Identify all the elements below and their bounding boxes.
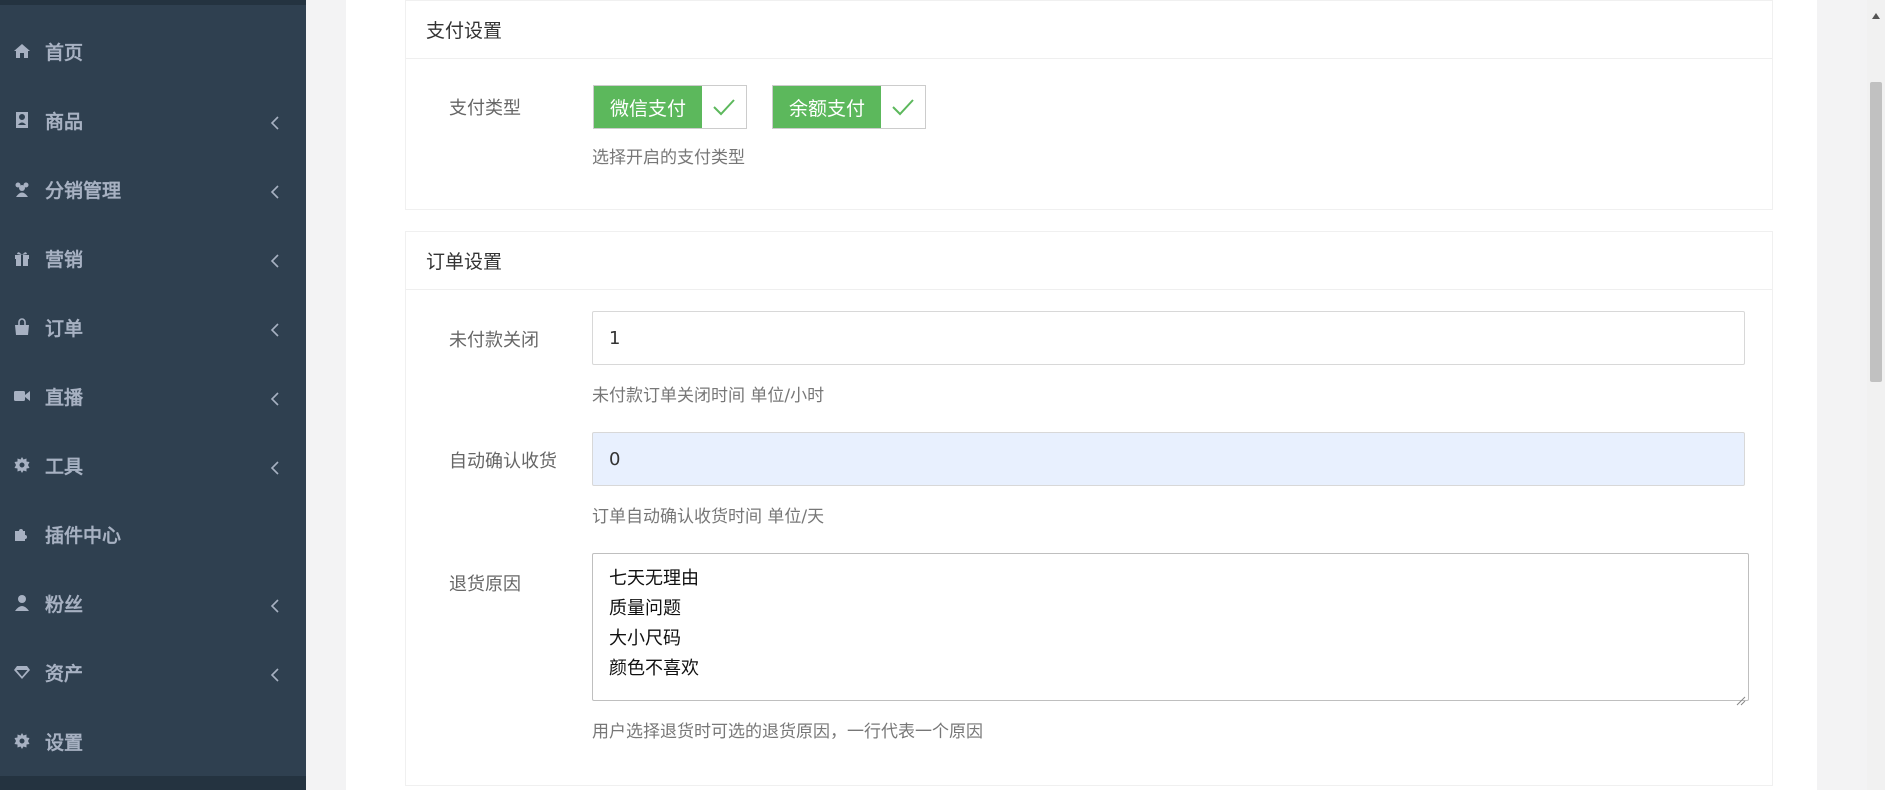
return-reason-textarea[interactable]: 七天无理由 质量问题 大小尺码 颜色不喜欢: [592, 553, 1749, 706]
sidebar-item-distribution[interactable]: 分销管理: [0, 165, 306, 213]
chevron-left-icon: [270, 182, 280, 199]
app-root: 首页 商品 分销管理 营销 订单 直播 工具 插件中心 粉丝 资产 设置 支付设…: [0, 0, 1885, 790]
gift-icon: [13, 249, 31, 267]
sidebar-top-divider: [0, 0, 306, 5]
return-reason-line: 大小尺码: [609, 628, 681, 649]
auto-confirm-input[interactable]: 0: [592, 432, 1745, 486]
users-icon: [13, 180, 31, 198]
gear-icon: [13, 456, 31, 474]
chevron-left-icon: [270, 458, 280, 475]
sidebar-item-label: 分销管理: [45, 179, 122, 202]
sidebar: 首页 商品 分销管理 营销 订单 直播 工具 插件中心 粉丝 资产 设置: [0, 0, 306, 790]
vertical-scrollbar[interactable]: [1867, 0, 1885, 790]
return-reason-line: 质量问题: [609, 598, 681, 619]
chevron-left-icon: [270, 665, 280, 682]
sidebar-item-assets[interactable]: 资产: [0, 648, 306, 696]
payment-type-label: 支付类型: [449, 98, 521, 119]
sidebar-bottom-divider: [0, 776, 306, 790]
diamond-icon: [13, 663, 31, 681]
sidebar-item-marketing[interactable]: 营销: [0, 234, 306, 282]
unpaid-close-help: 未付款订单关闭时间 单位/小时: [592, 386, 825, 406]
return-reason-line: 颜色不喜欢: [609, 658, 699, 679]
return-reason-help: 用户选择退货时可选的退货原因，一行代表一个原因: [592, 722, 983, 742]
wechat-pay-label: 微信支付: [594, 86, 703, 128]
sidebar-item-settings[interactable]: 设置: [0, 717, 306, 765]
check-icon: [881, 86, 926, 128]
sidebar-item-label: 设置: [45, 731, 84, 754]
sidebar-item-label: 工具: [45, 455, 84, 478]
chevron-left-icon: [270, 113, 280, 130]
auto-confirm-label: 自动确认收货: [449, 451, 557, 472]
video-camera-icon: [13, 387, 31, 405]
return-reason-label: 退货原因: [449, 574, 521, 595]
sidebar-item-label: 订单: [45, 317, 84, 340]
unpaid-close-input[interactable]: 1: [592, 311, 1745, 365]
scroll-up-arrow-icon[interactable]: [1871, 6, 1881, 19]
chevron-left-icon: [270, 596, 280, 613]
payment-type-help: 选择开启的支付类型: [592, 148, 745, 168]
check-icon: [702, 86, 747, 128]
balance-pay-label: 余额支付: [773, 86, 882, 128]
sidebar-item-plugins[interactable]: 插件中心: [0, 510, 306, 558]
chevron-left-icon: [270, 389, 280, 406]
sidebar-item-label: 商品: [45, 110, 84, 133]
sidebar-item-fans[interactable]: 粉丝: [0, 579, 306, 627]
wechat-pay-toggle[interactable]: 微信支付: [593, 85, 748, 129]
payment-settings-title: 支付设置: [406, 1, 1772, 59]
balance-pay-toggle[interactable]: 余额支付: [772, 85, 927, 129]
chevron-left-icon: [270, 320, 280, 337]
order-settings-title: 订单设置: [406, 232, 1772, 290]
sidebar-item-label: 直播: [45, 386, 84, 409]
gear-icon: [13, 732, 31, 750]
sidebar-item-tools[interactable]: 工具: [0, 441, 306, 489]
sidebar-item-label: 营销: [45, 248, 84, 271]
sidebar-item-label: 粉丝: [45, 593, 84, 616]
sidebar-item-goods[interactable]: 商品: [0, 96, 306, 144]
sidebar-item-label: 插件中心: [45, 524, 122, 547]
sidebar-item-orders[interactable]: 订单: [0, 303, 306, 351]
home-icon: [13, 42, 31, 60]
puzzle-icon: [13, 525, 31, 543]
shopping-bag-icon: [13, 318, 31, 336]
sidebar-item-label: 首页: [45, 41, 84, 64]
return-reason-line: 七天无理由: [609, 568, 699, 589]
user-icon: [13, 594, 31, 612]
resize-handle-icon[interactable]: [1734, 686, 1746, 706]
address-book-icon: [13, 111, 31, 129]
sidebar-item-label: 资产: [45, 662, 84, 685]
chevron-left-icon: [270, 251, 280, 268]
scrollbar-thumb[interactable]: [1870, 82, 1882, 382]
auto-confirm-help: 订单自动确认收货时间 单位/天: [592, 507, 825, 527]
sidebar-item-home[interactable]: 首页: [0, 27, 306, 75]
unpaid-close-label: 未付款关闭: [449, 330, 539, 351]
sidebar-item-live[interactable]: 直播: [0, 372, 306, 420]
